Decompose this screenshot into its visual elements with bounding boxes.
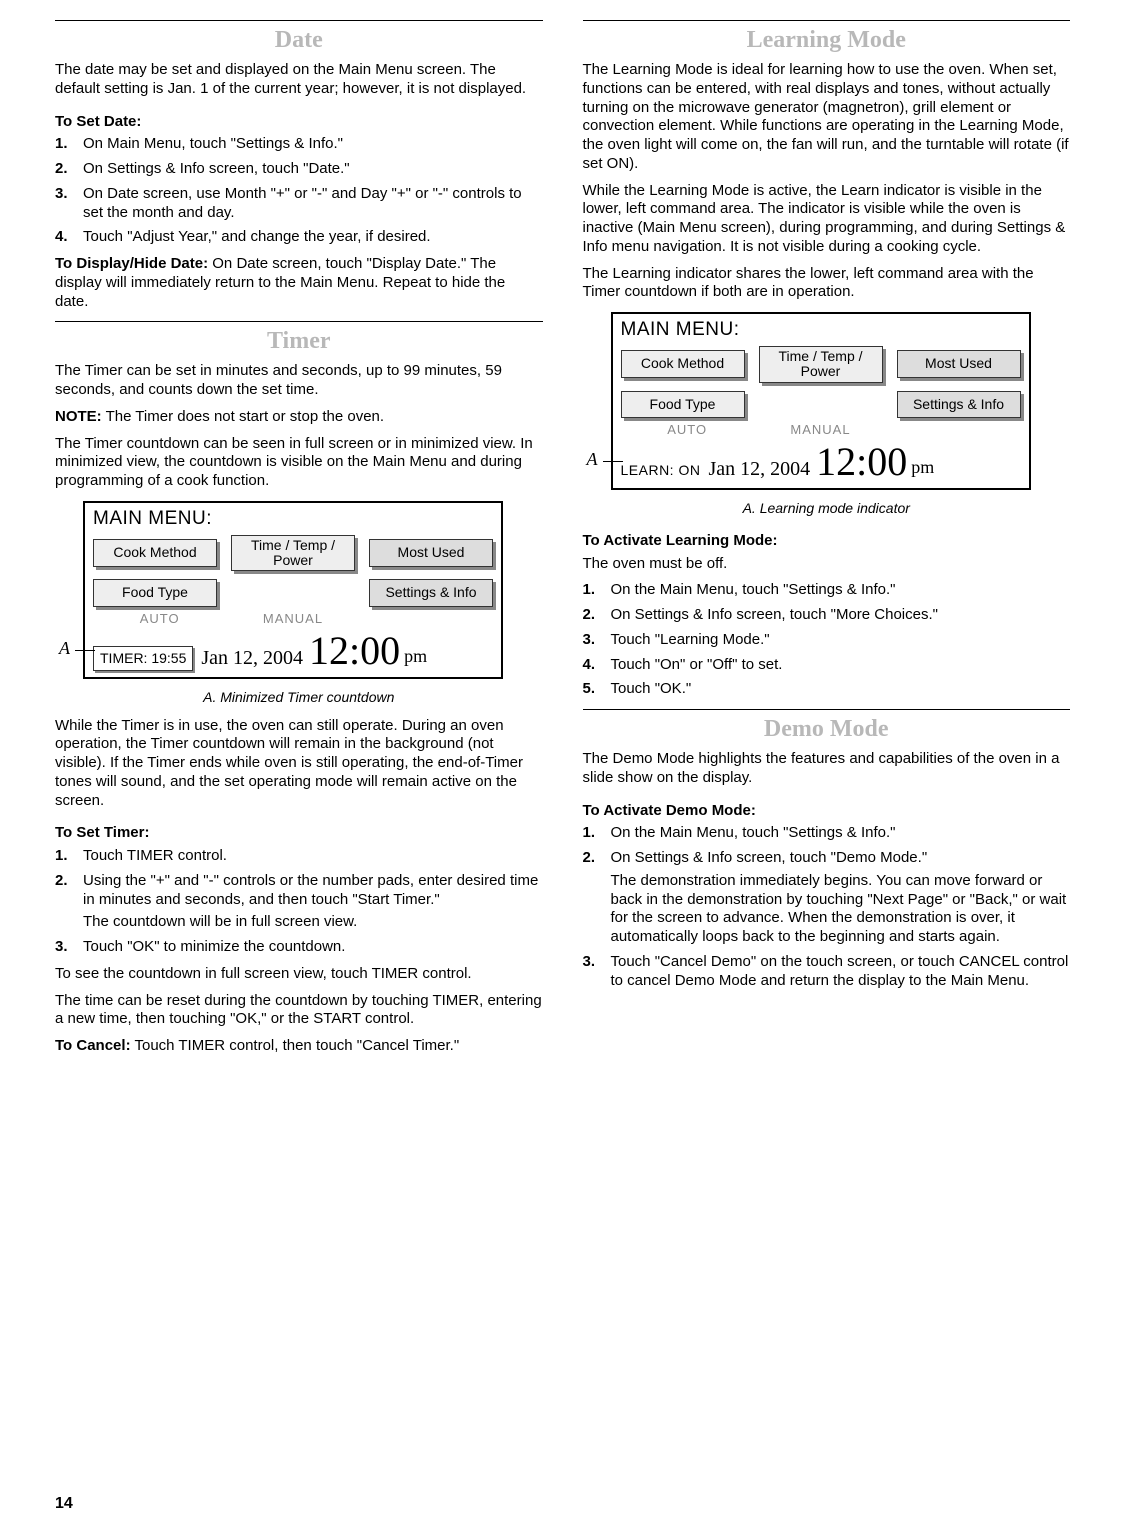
settings-info-button[interactable]: Settings & Info [897,391,1021,419]
date-title: Date [55,25,543,55]
time-temp-power-button[interactable]: Time / Temp / Power [231,535,355,572]
learning-figure-caption: A. Learning mode indicator [583,500,1071,518]
timer-status-box: TIMER: 19:55 [93,646,193,672]
food-type-button[interactable]: Food Type [93,579,217,607]
timer-figure-caption: A. Minimized Timer countdown [55,689,543,707]
manual-label: MANUAL [226,611,359,627]
set-date-steps: 1.On Main Menu, touch "Settings & Info."… [55,135,543,247]
oven-time: 12:00 [309,631,400,671]
oven-screen-learning: MAIN MENU: Cook Method Time / Temp / Pow… [611,312,1031,490]
oven-screen: MAIN MENU: Cook Method Time / Temp / Pow… [83,501,503,679]
oven-ampm: pm [911,456,934,483]
activate-learning-steps: 1.On the Main Menu, touch "Settings & In… [583,581,1071,699]
set-date-heading: To Set Date: [55,113,543,132]
timer-p2: The Timer countdown can be seen in full … [55,435,543,491]
cook-method-button[interactable]: Cook Method [93,539,217,567]
page-number: 14 [55,1494,73,1514]
timer-p5: The time can be reset during the countdo… [55,992,543,1030]
oven-time: 12:00 [816,442,907,482]
timer-title: Timer [55,326,543,356]
most-used-button[interactable]: Most Used [369,539,493,567]
timer-p3: While the Timer is in use, the oven can … [55,717,543,811]
activate-learning-heading: To Activate Learning Mode: [583,532,1071,551]
auto-label: AUTO [621,422,754,438]
divider [55,20,543,21]
learning-title: Learning Mode [583,25,1071,55]
oven-main-menu-label: MAIN MENU: [621,318,1021,342]
learn-status: LEARN: ON [621,459,701,483]
demo-p1: The Demo Mode highlights the features an… [583,750,1071,788]
timer-p1: The Timer can be set in minutes and seco… [55,362,543,400]
learning-p2: While the Learning Mode is active, the L… [583,182,1071,257]
timer-p4: To see the countdown in full screen view… [55,965,543,984]
display-hide-date: To Display/Hide Date: On Date screen, to… [55,255,543,311]
cook-method-button[interactable]: Cook Method [621,350,745,378]
timer-note: NOTE: The Timer does not start or stop t… [55,408,543,427]
activate-demo-steps: 1.On the Main Menu, touch "Settings & In… [583,824,1071,990]
auto-label: AUTO [93,611,226,627]
timer-cancel: To Cancel: Touch TIMER control, then tou… [55,1037,543,1056]
divider [55,321,543,322]
most-used-button[interactable]: Most Used [897,350,1021,378]
oven-date: Jan 12, 2004 [708,457,810,482]
set-timer-steps: 1.Touch TIMER control. 2.Using the "+" a… [55,847,543,957]
right-column: Learning Mode The Learning Mode is ideal… [583,10,1071,1064]
timer-figure: A MAIN MENU: Cook Method Time / Temp / P… [83,501,543,679]
demo-title: Demo Mode [583,714,1071,744]
learning-pre-step: The oven must be off. [583,555,1071,574]
divider [583,709,1071,710]
oven-date: Jan 12, 2004 [201,646,303,671]
learning-figure: A MAIN MENU: Cook Method Time / Temp / P… [611,312,1071,490]
learning-p3: The Learning indicator shares the lower,… [583,265,1071,303]
food-type-button[interactable]: Food Type [621,391,745,419]
settings-info-button[interactable]: Settings & Info [369,579,493,607]
divider [583,20,1071,21]
manual-label: MANUAL [754,422,887,438]
set-timer-heading: To Set Timer: [55,824,543,843]
learning-p1: The Learning Mode is ideal for learning … [583,61,1071,174]
left-column: Date The date may be set and displayed o… [55,10,543,1064]
activate-demo-heading: To Activate Demo Mode: [583,802,1071,821]
date-intro: The date may be set and displayed on the… [55,61,543,99]
time-temp-power-button[interactable]: Time / Temp / Power [759,346,883,383]
oven-ampm: pm [404,645,427,672]
oven-main-menu-label: MAIN MENU: [93,507,493,531]
